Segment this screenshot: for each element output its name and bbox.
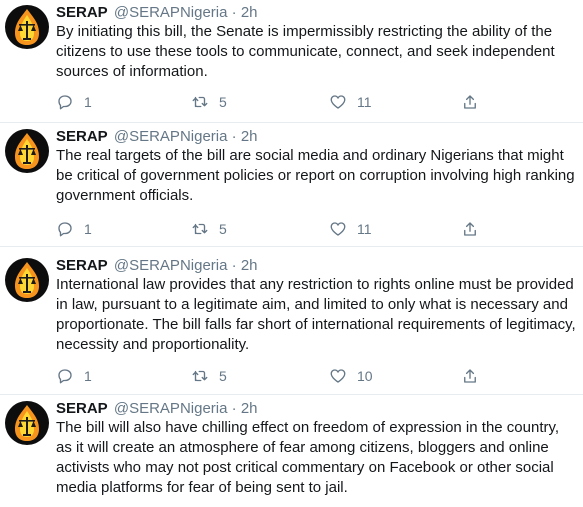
separator: · (231, 128, 237, 145)
display-name[interactable]: SERAP (56, 400, 108, 417)
reply-count: 1 (84, 221, 92, 237)
share-button[interactable] (461, 92, 479, 112)
tweet-header: SERAP @SERAPNigeria · 2h (56, 399, 258, 419)
tweet-actions: 1 5 10 (56, 366, 486, 386)
reply-icon (58, 222, 72, 237)
display-name[interactable]: SERAP (56, 4, 108, 21)
retweet-count: 5 (219, 368, 227, 384)
avatar[interactable] (5, 401, 49, 445)
timestamp[interactable]: 2h (241, 400, 258, 417)
timestamp[interactable]: 2h (241, 257, 258, 274)
tweet-text: International law provides that any rest… (56, 276, 576, 353)
tweet[interactable]: SERAP @SERAPNigeria · 2h By initiating t… (0, 0, 583, 123)
heart-icon (330, 95, 346, 109)
tweet-text: By initiating this bill, the Senate is i… (56, 23, 555, 80)
like-button[interactable]: 11 (329, 219, 372, 239)
retweet-button[interactable]: 5 (191, 92, 227, 112)
like-button[interactable]: 10 (329, 366, 373, 386)
retweet-icon (192, 96, 208, 108)
avatar[interactable] (5, 5, 49, 49)
retweet-button[interactable]: 5 (191, 366, 227, 386)
reply-count: 1 (84, 368, 92, 384)
tweet-header: SERAP @SERAPNigeria · 2h (56, 256, 258, 276)
serap-logo-icon (15, 133, 39, 169)
tweet[interactable]: SERAP @SERAPNigeria · 2h International l… (0, 253, 583, 395)
share-button[interactable] (461, 366, 479, 386)
reply-icon (58, 369, 72, 384)
tweet-actions: 1 5 11 (56, 92, 486, 112)
reply-count: 1 (84, 94, 92, 110)
display-name[interactable]: SERAP (56, 128, 108, 145)
user-handle[interactable]: @SERAPNigeria (114, 257, 228, 274)
share-icon (464, 222, 476, 236)
like-button[interactable]: 11 (329, 92, 372, 112)
avatar[interactable] (5, 258, 49, 302)
share-icon (464, 369, 476, 383)
separator: · (231, 257, 237, 274)
heart-icon (330, 222, 346, 236)
tweet-header: SERAP @SERAPNigeria · 2h (56, 3, 258, 23)
separator: · (231, 4, 237, 21)
retweet-button[interactable]: 5 (191, 219, 227, 239)
serap-logo-icon (15, 405, 39, 441)
avatar[interactable] (5, 129, 49, 173)
tweet-feed: SERAP @SERAPNigeria · 2h By initiating t… (0, 0, 583, 507)
serap-logo-icon (15, 9, 39, 45)
tweet-text: The real targets of the bill are social … (56, 147, 575, 204)
like-count: 11 (357, 221, 372, 237)
share-button[interactable] (461, 219, 479, 239)
user-handle[interactable]: @SERAPNigeria (114, 400, 228, 417)
reply-button[interactable]: 1 (56, 219, 92, 239)
retweet-icon (192, 370, 208, 382)
like-count: 11 (357, 94, 372, 110)
reply-button[interactable]: 1 (56, 92, 92, 112)
retweet-count: 5 (219, 221, 227, 237)
retweet-icon (192, 223, 208, 235)
tweet[interactable]: SERAP @SERAPNigeria · 2h The bill will a… (0, 396, 583, 507)
serap-logo-icon (15, 262, 39, 298)
user-handle[interactable]: @SERAPNigeria (114, 128, 228, 145)
timestamp[interactable]: 2h (241, 128, 258, 145)
separator: · (231, 400, 237, 417)
reply-icon (58, 95, 72, 110)
tweet-header: SERAP @SERAPNigeria · 2h (56, 127, 258, 147)
like-count: 10 (357, 368, 373, 384)
display-name[interactable]: SERAP (56, 257, 108, 274)
retweet-count: 5 (219, 94, 227, 110)
reply-button[interactable]: 1 (56, 366, 92, 386)
tweet-actions: 1 5 11 (56, 219, 486, 239)
tweet[interactable]: SERAP @SERAPNigeria · 2h The real target… (0, 124, 583, 247)
heart-icon (330, 369, 346, 383)
tweet-text: The bill will also have chilling effect … (56, 419, 560, 496)
user-handle[interactable]: @SERAPNigeria (114, 4, 228, 21)
share-icon (464, 95, 476, 109)
timestamp[interactable]: 2h (241, 4, 258, 21)
